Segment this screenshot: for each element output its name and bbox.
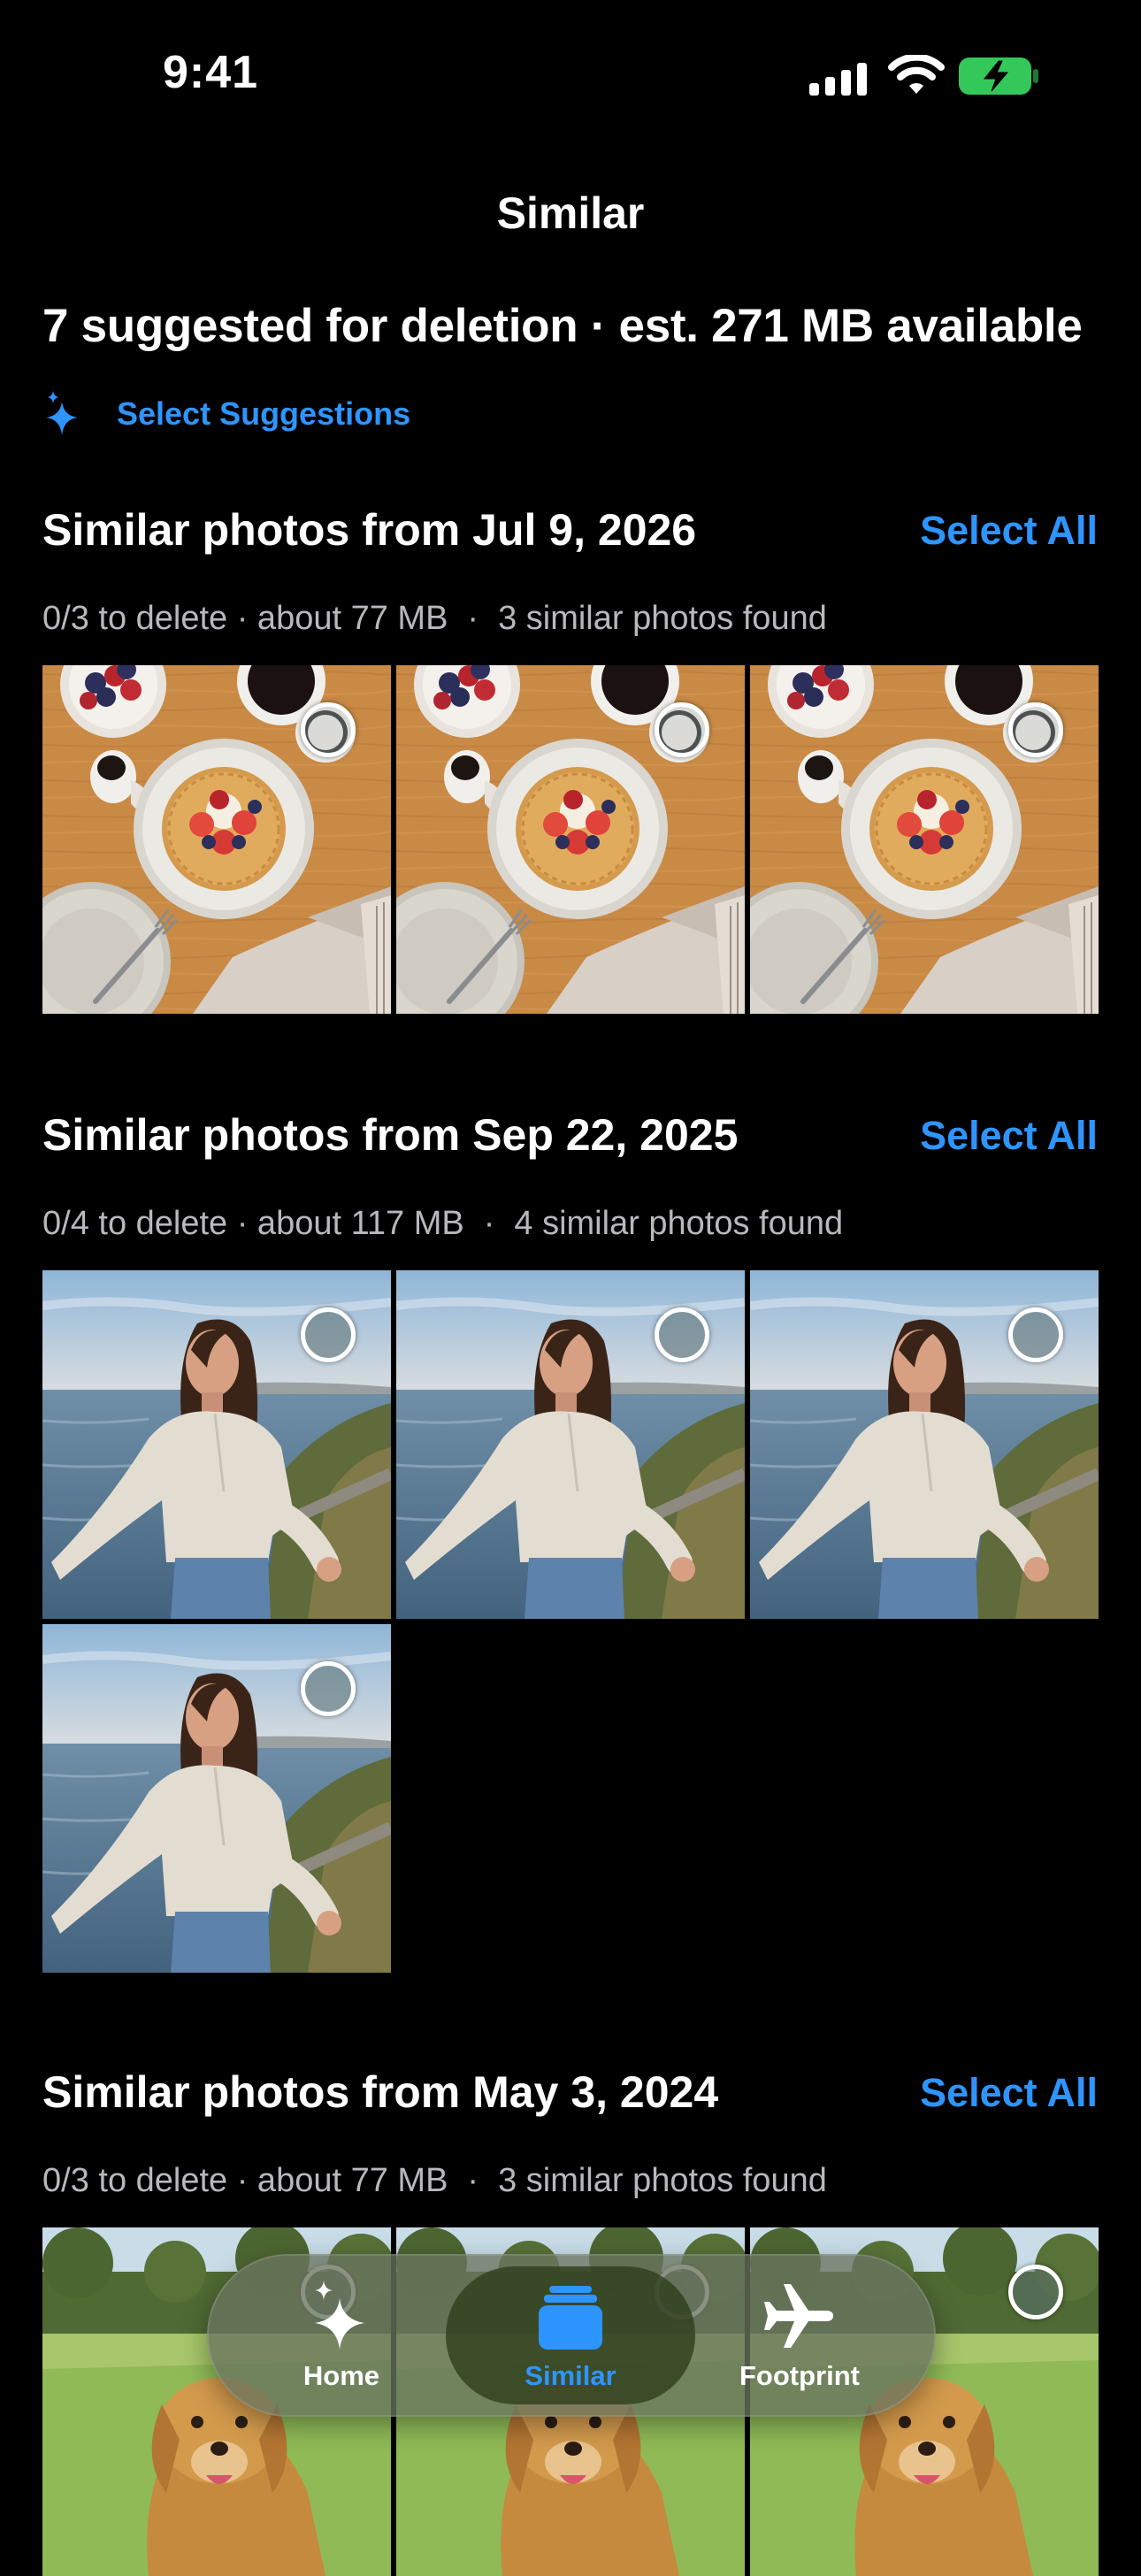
- tab-label: Home: [302, 2360, 380, 2391]
- select-all-button[interactable]: Select All: [920, 508, 1098, 554]
- sparkles-icon: [315, 2281, 364, 2350]
- selection-circle[interactable]: [301, 1307, 356, 1362]
- section-meta: 0/3 to delete · about 77 MB · 3 similar ph…: [42, 600, 827, 638]
- meta-separator: ·: [467, 600, 479, 637]
- meta-separator: ·: [467, 2162, 479, 2199]
- section-title: Similar photos from May 3, 2024: [42, 2067, 719, 2117]
- tab-label: Similar: [525, 2360, 616, 2391]
- stacked-photos-icon: [539, 2286, 602, 2350]
- photo-thumbnail[interactable]: [396, 1270, 745, 1619]
- select-suggestions-button[interactable]: Select Suggestions: [42, 389, 410, 439]
- section-title: Similar photos from Jul 9, 2026: [42, 505, 697, 555]
- photo-thumbnail[interactable]: [42, 1270, 391, 1619]
- deletion-summary: 7 suggested for deletion · est. 271 MB a…: [42, 300, 1083, 352]
- tab-similar[interactable]: Similar: [464, 2279, 677, 2391]
- select-all-button[interactable]: Select All: [920, 2070, 1098, 2116]
- similar-found-count: 3 similar photos found: [498, 600, 827, 637]
- cellular-signal-icon: [809, 57, 867, 96]
- section-meta: 0/3 to delete · about 77 MB · 3 similar ph…: [42, 2162, 827, 2200]
- section-meta: 0/4 to delete · about 117 MB · 4 similar p…: [42, 1205, 843, 1243]
- tab-home[interactable]: Home: [235, 2279, 448, 2391]
- photo-thumbnail[interactable]: [750, 1270, 1099, 1619]
- selection-circle[interactable]: [1008, 1307, 1063, 1362]
- to-delete-count: 0/3 to delete · about 77 MB: [42, 600, 448, 637]
- airplane-icon: [764, 2284, 833, 2348]
- page-title: Similar: [496, 188, 645, 238]
- section-title: Similar photos from Sep 22, 2025: [42, 1110, 739, 1160]
- sparkles-icon: [46, 391, 78, 435]
- tab-label: Footprint: [739, 2360, 860, 2391]
- photo-thumbnail[interactable]: [42, 665, 391, 1014]
- wifi-icon: [888, 55, 945, 94]
- select-suggestions-label: Select Suggestions: [117, 395, 411, 432]
- meta-separator: ·: [483, 1205, 495, 1242]
- selection-circle[interactable]: [1008, 702, 1063, 757]
- selection-circle[interactable]: [655, 702, 709, 757]
- select-all-button[interactable]: Select All: [920, 1113, 1098, 1159]
- battery-charging-icon: [959, 58, 1038, 95]
- selection-circle[interactable]: [1008, 2265, 1063, 2319]
- photo-thumbnail[interactable]: [750, 665, 1099, 1014]
- selection-circle[interactable]: [655, 1307, 709, 1362]
- photo-thumbnail[interactable]: [42, 1624, 391, 1973]
- selection-circle[interactable]: [301, 702, 356, 757]
- similar-found-count: 4 similar photos found: [514, 1205, 844, 1242]
- to-delete-count: 0/4 to delete · about 117 MB: [42, 1205, 464, 1242]
- status-time: 9:41: [163, 47, 259, 98]
- tab-footprint[interactable]: Footprint: [693, 2279, 906, 2391]
- photo-thumbnail[interactable]: [396, 665, 745, 1014]
- selection-circle[interactable]: [301, 1661, 356, 1716]
- to-delete-count: 0/3 to delete · about 77 MB: [42, 2162, 448, 2199]
- similar-found-count: 3 similar photos found: [498, 2162, 827, 2199]
